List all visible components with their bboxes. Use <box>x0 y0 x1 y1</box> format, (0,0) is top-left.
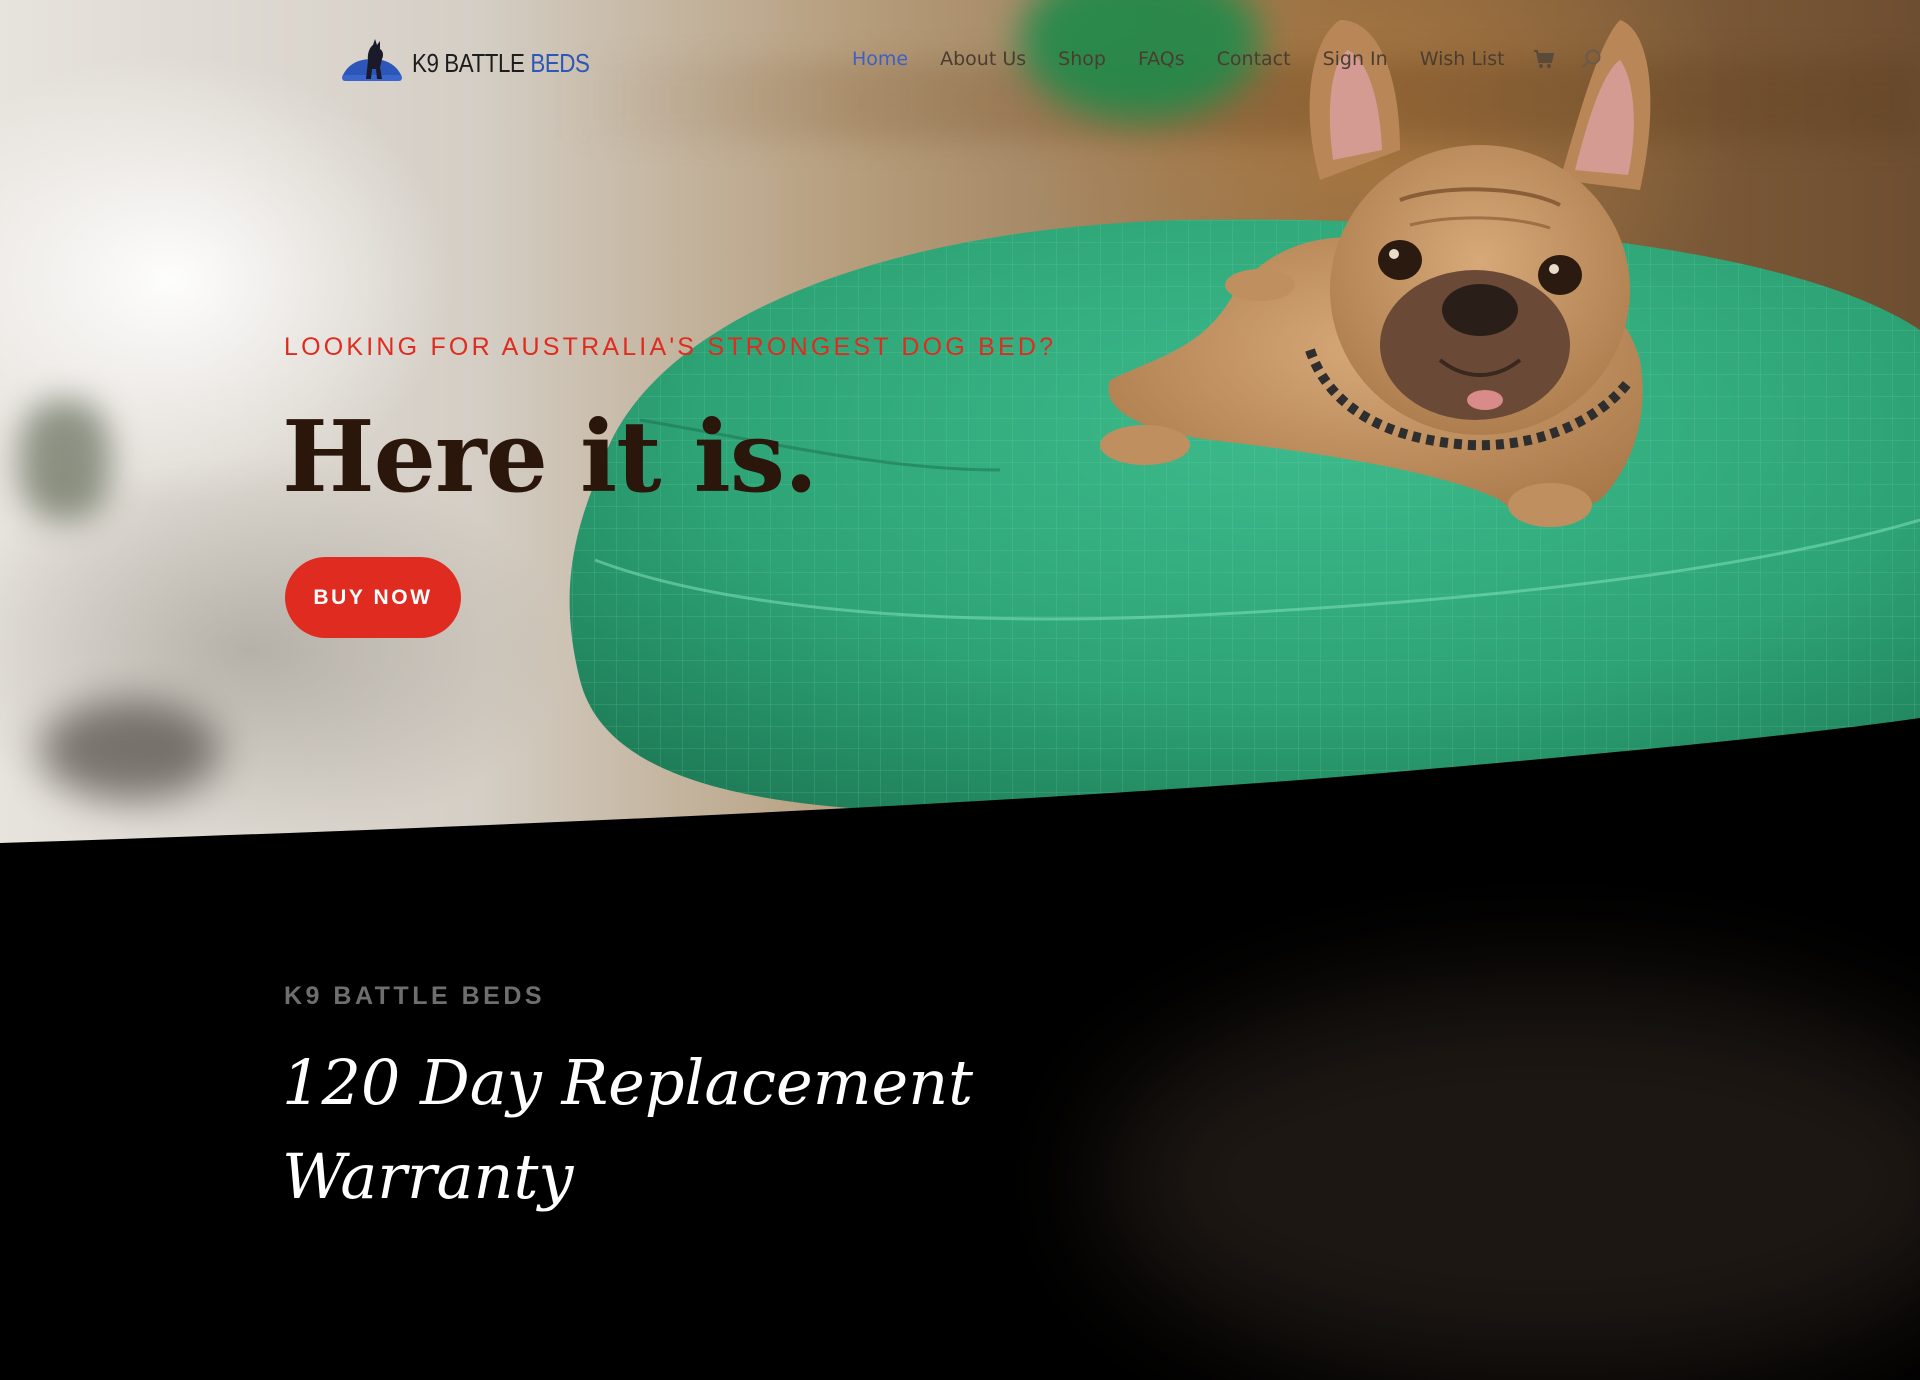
nav-about-us[interactable]: About Us <box>940 48 1026 70</box>
main-navigation: Home About Us Shop FAQs Contact Sign In … <box>852 48 1633 70</box>
nav-contact[interactable]: Contact <box>1217 48 1291 70</box>
brand-name-main: K9 BATTLE <box>412 47 525 78</box>
search-icon[interactable] <box>1581 48 1603 70</box>
warranty-label: K9 BATTLE BEDS <box>284 982 546 1010</box>
hero-tagline: LOOKING FOR AUSTRALIA'S STRONGEST DOG BE… <box>284 333 1057 361</box>
brand-name: K9 BATTLE BEDS <box>412 48 590 79</box>
nav-faqs[interactable]: FAQs <box>1138 48 1185 70</box>
nav-home[interactable]: Home <box>852 48 908 70</box>
hero-section: K9 BATTLE BEDS Home About Us Shop FAQs C… <box>0 0 1920 860</box>
warranty-title: 120 Day Replacement Warranty <box>282 1046 974 1213</box>
warranty-background-glow <box>1100 980 1920 1380</box>
hero-headline: Here it is. <box>282 400 818 515</box>
nav-shop[interactable]: Shop <box>1058 48 1106 70</box>
dog-logo-icon <box>342 39 402 81</box>
brand-name-accent: BEDS <box>530 47 590 78</box>
nav-sign-in[interactable]: Sign In <box>1323 48 1388 70</box>
buy-now-button[interactable]: BUY NOW <box>285 557 461 638</box>
nav-wish-list[interactable]: Wish List <box>1420 48 1505 70</box>
cart-icon[interactable] <box>1533 49 1555 69</box>
brand-logo[interactable]: K9 BATTLE BEDS <box>340 38 618 88</box>
